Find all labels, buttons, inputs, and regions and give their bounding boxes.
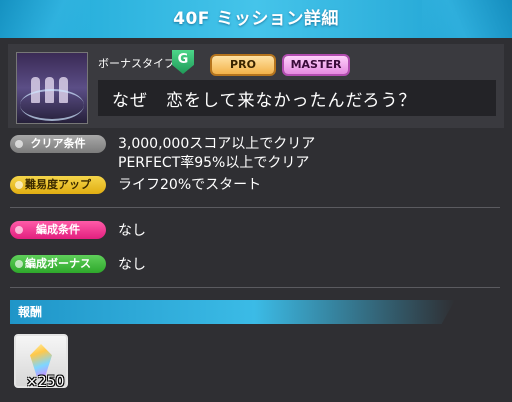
- section-divider: [10, 207, 500, 208]
- clear-condition-line-1: 3,000,000スコア以上でクリア: [118, 136, 316, 152]
- formation-condition-value: なし: [118, 223, 146, 239]
- mission-header: 40F ミッション詳細: [0, 0, 512, 38]
- bonus-type-label: ボーナスタイプ: [98, 57, 175, 70]
- reward-title: 報酬: [18, 305, 43, 319]
- difficulty-up-value: ライフ20%でスタート: [118, 177, 262, 193]
- formation-bonus-value: なし: [118, 257, 146, 273]
- reward-count: ×250: [26, 374, 65, 390]
- page-title: 40F ミッション詳細: [173, 9, 339, 29]
- clear-condition-line-2: PERFECT率95%以上でクリア: [118, 155, 310, 171]
- section-divider: [10, 287, 500, 288]
- song-jacket-image: [16, 52, 88, 124]
- formation-bonus-label: 編成ボーナス: [10, 255, 106, 273]
- clear-condition-label: クリア条件: [10, 135, 106, 153]
- difficulty-up-label: 難易度アップ: [10, 176, 106, 194]
- difficulty-master-tag: MASTER: [284, 56, 348, 74]
- reward-header-bar: [10, 300, 455, 324]
- difficulty-pro-tag: PRO: [212, 56, 274, 74]
- song-title: なぜ 恋をして来なかったんだろう？: [112, 91, 417, 111]
- jacket-lettering: [20, 89, 84, 121]
- crystal-icon: [30, 344, 52, 376]
- formation-condition-label: 編成条件: [10, 221, 106, 239]
